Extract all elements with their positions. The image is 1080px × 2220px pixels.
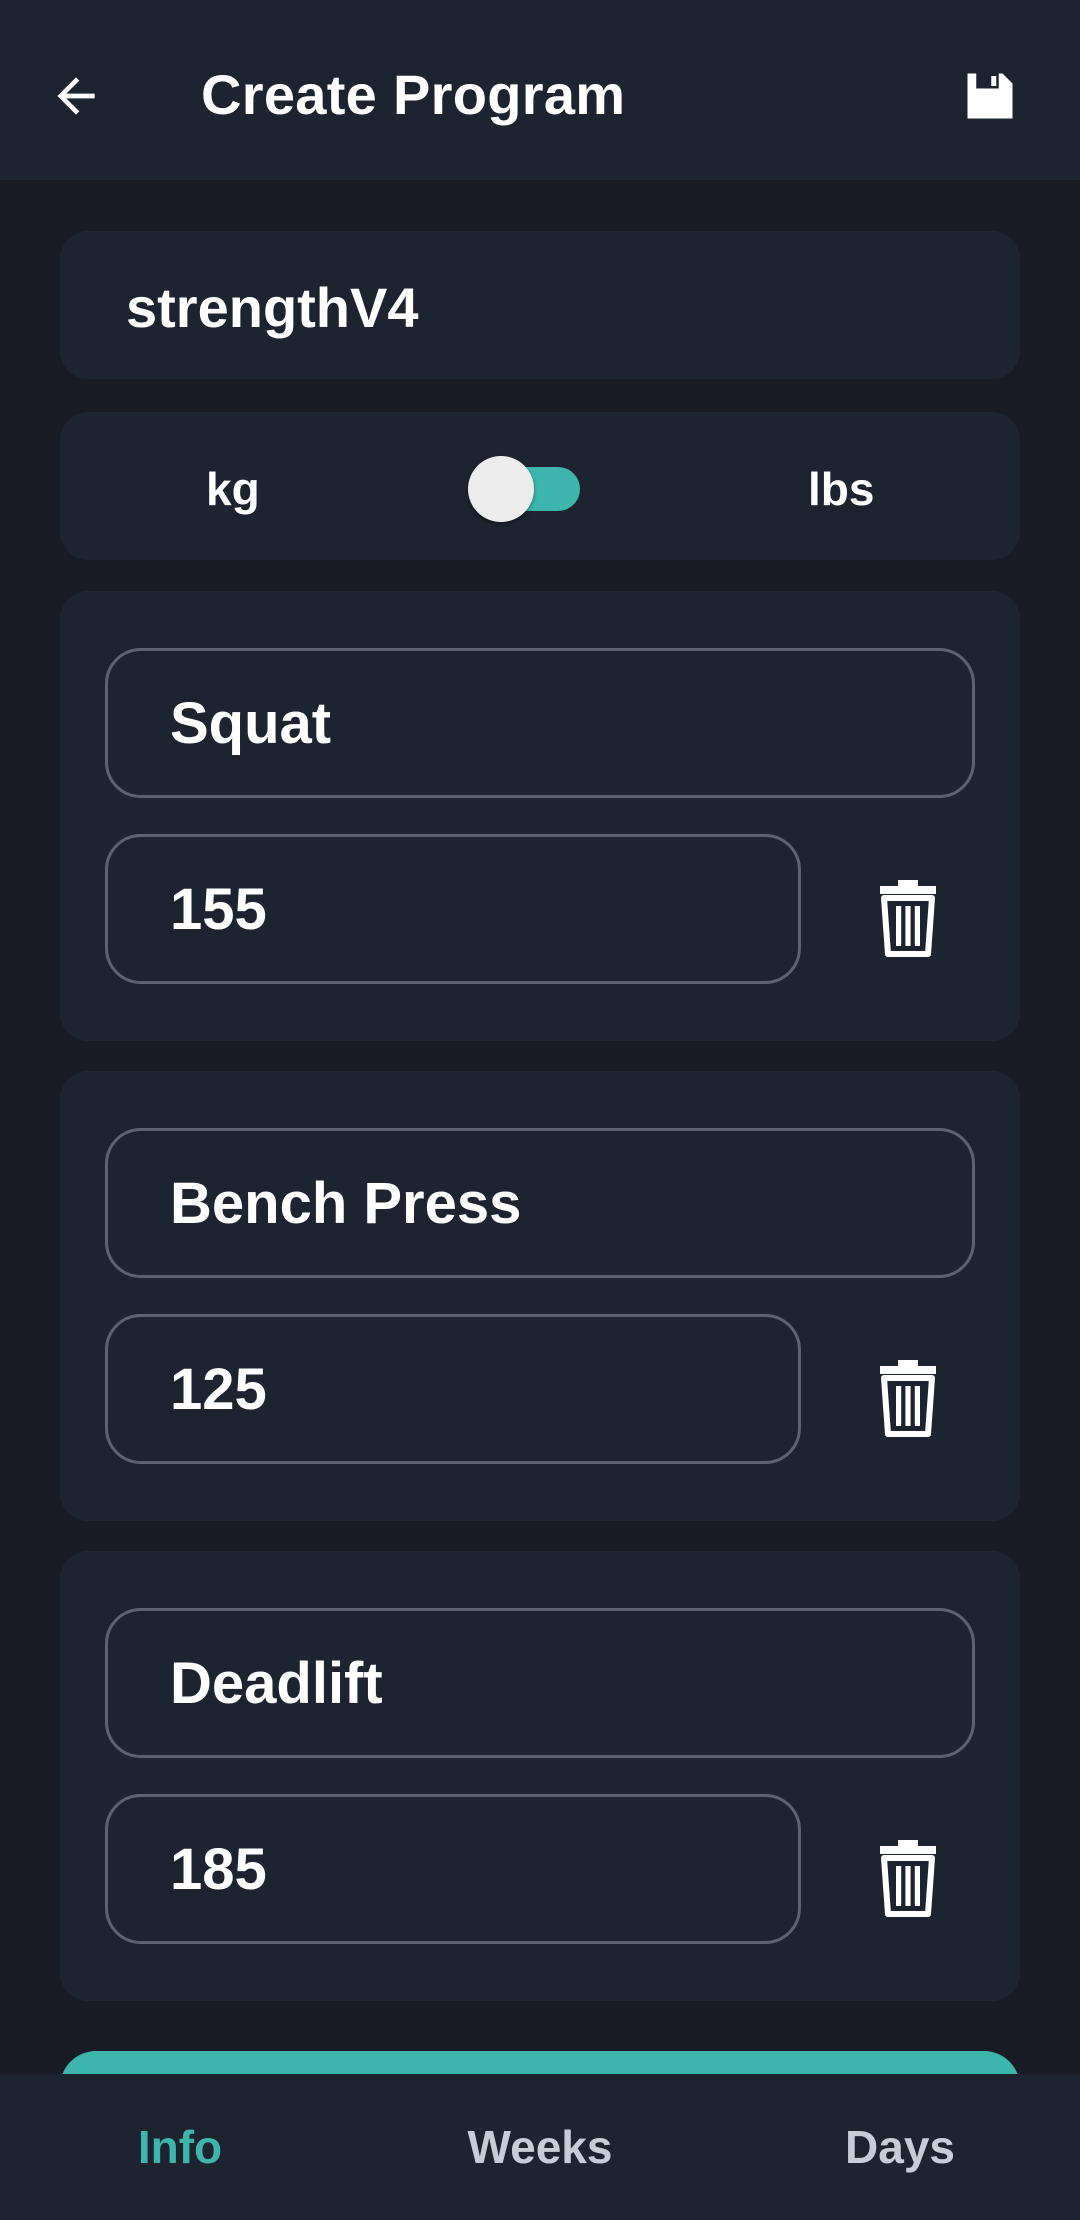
floppy-disk-icon — [967, 73, 1013, 119]
arrow-left-icon — [57, 77, 95, 115]
delete-lift-button[interactable] — [858, 1347, 958, 1447]
lift-card: Bench Press 125 — [60, 1071, 1020, 1521]
lift-weight-input[interactable]: 185 — [105, 1794, 801, 1944]
program-name-card: strengthV4 — [60, 231, 1020, 379]
trash-icon — [880, 1360, 936, 1437]
unit-label-lbs: lbs — [808, 463, 875, 515]
lift-weight-value: 125 — [170, 1356, 267, 1422]
tab-days-label: Days — [845, 2121, 955, 2173]
trash-icon — [880, 1840, 936, 1917]
lift-weight-value: 155 — [170, 876, 267, 942]
trash-icon — [880, 880, 936, 957]
lift-name-value: Deadlift — [170, 1650, 383, 1716]
tab-info-label: Info — [137, 2121, 223, 2173]
tab-info[interactable]: Info — [0, 2074, 360, 2220]
delete-lift-button[interactable] — [858, 867, 958, 967]
lift-name-input[interactable]: Deadlift — [105, 1608, 975, 1758]
tab-weeks-label: Weeks — [467, 2121, 613, 2173]
save-button[interactable] — [950, 56, 1030, 136]
toggle-thumb — [468, 456, 534, 522]
lift-weight-input[interactable]: 125 — [105, 1314, 801, 1464]
lift-card: Deadlift 185 — [60, 1551, 1020, 2001]
lift-weight-input[interactable]: 155 — [105, 834, 801, 984]
page-title: Create Program — [201, 63, 626, 126]
lift-name-value: Bench Press — [170, 1170, 522, 1236]
lift-name-input[interactable]: Bench Press — [105, 1128, 975, 1278]
program-name-field[interactable]: strengthV4 — [126, 275, 419, 340]
unit-label-kg: kg — [206, 463, 260, 515]
lift-weight-value: 185 — [170, 1836, 267, 1902]
lift-card: Squat 155 — [60, 591, 1020, 1041]
unit-selector-card: kg lbs — [60, 412, 1020, 560]
tab-days[interactable]: Days — [720, 2074, 1080, 2220]
back-button[interactable] — [40, 60, 112, 132]
lift-name-input[interactable]: Squat — [105, 648, 975, 798]
app: Create Program strengthV4 kg lbs Squat 1… — [0, 0, 1080, 2220]
top-app-bar: Create Program — [0, 0, 1080, 180]
lift-name-value: Squat — [170, 690, 332, 756]
tab-weeks[interactable]: Weeks — [360, 2074, 720, 2220]
program-form: strengthV4 kg lbs Squat 155 Bench Press … — [0, 180, 1080, 2171]
unit-toggle-switch[interactable] — [468, 456, 588, 522]
bottom-navigation: Info Weeks Days — [0, 2074, 1080, 2220]
delete-lift-button[interactable] — [858, 1827, 958, 1927]
